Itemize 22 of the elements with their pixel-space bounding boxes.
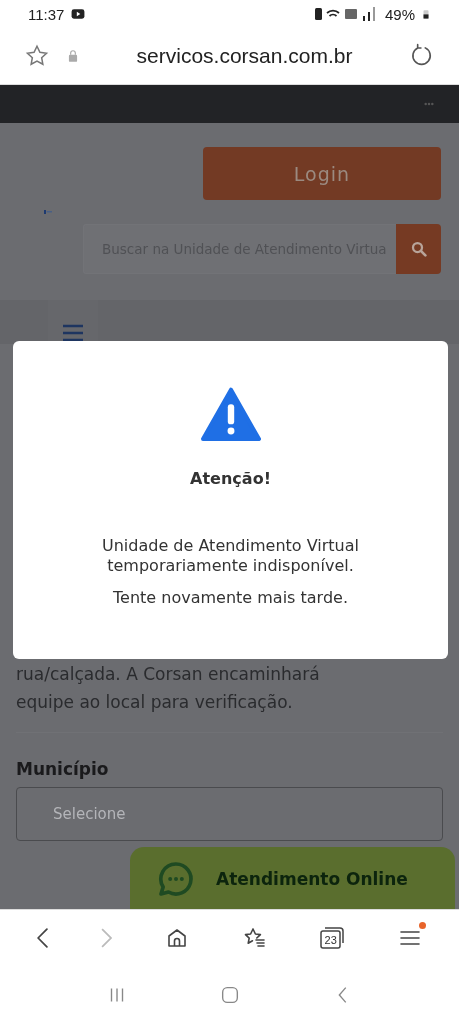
search-button[interactable] [396,224,441,274]
city-select[interactable]: Selecione [16,787,443,841]
url-text[interactable]: servicos.corsan.com.br [96,44,393,68]
dialog-message: Unidade de Atendimento Virtual temporariamente indisponível. [101,536,360,576]
clock-time: 11:37 [28,5,65,23]
star-list-icon [242,926,267,950]
chat-bubble-icon [156,859,196,899]
forward-icon [100,928,112,948]
dialog-hint: Tente novamente mais tarde. [113,588,348,607]
tab-count: 23 [324,933,337,946]
battery-percent: 49% [384,5,415,23]
back-icon [36,928,48,948]
body-text: rua/calçada. A Corsan encaminhará [16,663,321,686]
tabs-button[interactable]: 23 [315,922,350,954]
video-icon [70,7,87,21]
chat-button[interactable]: Atendimento Online [130,847,455,909]
body-text: equipe ao local para verificação. [16,691,294,714]
dialog-title: Atenção! [190,469,271,488]
search-icon [409,240,428,258]
lock-icon [66,48,80,64]
login-button[interactable]: Login [203,147,441,200]
field-label: Município [16,759,110,779]
